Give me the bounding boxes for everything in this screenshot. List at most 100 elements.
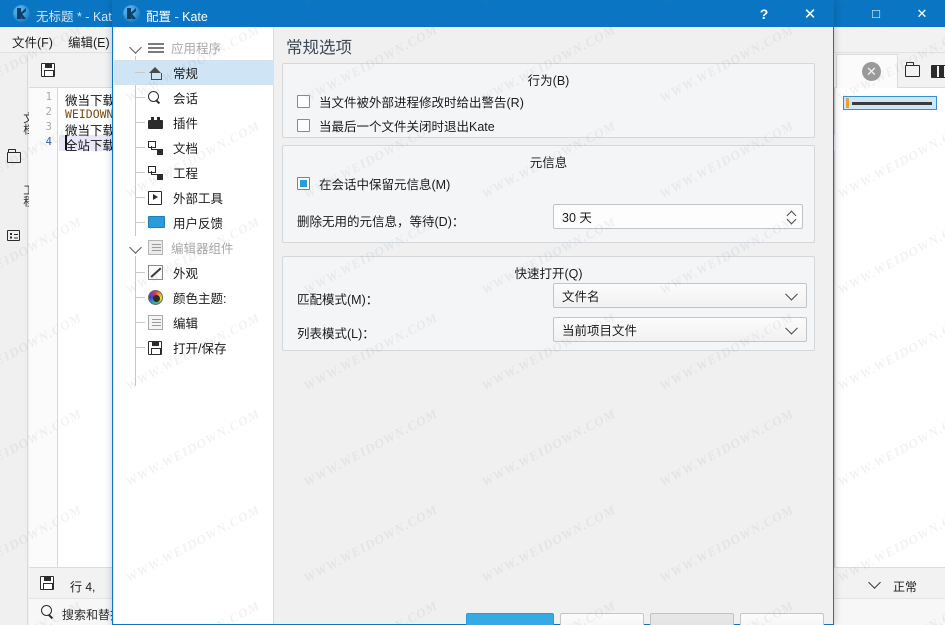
- tree-connector: [135, 347, 145, 348]
- sidebar-item-projects[interactable]: 工程: [114, 160, 274, 185]
- tree-item-label: 文档: [173, 142, 199, 156]
- sidebar-item-user-feedback[interactable]: 用户反馈: [114, 210, 274, 235]
- tree-item-label: 用户反馈: [173, 217, 224, 231]
- external-tool-icon: [148, 190, 164, 206]
- spinbox-arrows[interactable]: [787, 211, 795, 223]
- kate-logo-icon: [123, 5, 140, 22]
- group-quickopen: 快速打开(Q) 匹配模式(M)： 文件名 列表模式(L)： 当前项目文件: [282, 256, 815, 351]
- checkbox-input[interactable]: [297, 119, 310, 132]
- checkbox-warn-external-modify[interactable]: 当文件被外部进程修改时给出警告(R): [297, 92, 524, 111]
- label-delete-metainfo: 删除无用的元信息，等待(D)：: [297, 215, 465, 229]
- save-icon: [148, 340, 164, 356]
- save-icon[interactable]: [41, 63, 55, 77]
- menu-edit[interactable]: 编辑(E): [68, 32, 110, 51]
- tree-connector: [135, 197, 145, 198]
- sidebar-item-general[interactable]: 常规: [114, 60, 274, 85]
- project-tree-icon: [148, 165, 164, 181]
- save-icon[interactable]: [40, 576, 54, 590]
- checkbox-input[interactable]: [297, 177, 310, 190]
- tree-connector: [135, 172, 145, 173]
- menu-file[interactable]: 文件(F): [12, 32, 53, 51]
- sidebar-item-editing[interactable]: 编辑: [114, 310, 274, 335]
- dialog-titlebar[interactable]: 配置 - Kate ? ✕: [113, 0, 833, 27]
- tree-item-label: 常规: [173, 67, 199, 81]
- chevron-down-icon[interactable]: [785, 321, 798, 335]
- line-number: 4: [45, 136, 52, 148]
- checkbox-input[interactable]: [297, 95, 310, 108]
- tree-item-label: 会话: [173, 92, 199, 106]
- chevron-down-icon[interactable]: [787, 218, 795, 223]
- kate-logo-icon: [13, 5, 30, 22]
- chevron-down-icon[interactable]: [129, 41, 142, 54]
- checkbox-label: 当最后一个文件关闭时退出Kate: [319, 120, 495, 134]
- checkbox-quit-on-last-close[interactable]: 当最后一个文件关闭时退出Kate: [297, 116, 495, 135]
- tree-connector: [135, 272, 145, 273]
- cancel-button[interactable]: [740, 613, 824, 625]
- settings-tree: 应用程序 常规 会话 插件 文档 工程 外部工具 用户反馈 编辑器组件 外观 颜…: [114, 27, 274, 624]
- list-item[interactable]: [843, 96, 937, 110]
- tree-connector: [135, 122, 145, 123]
- spinbox-metainfo-days[interactable]: 30 天: [553, 204, 803, 229]
- page-title: 常规选项: [286, 38, 352, 57]
- sidebar-item-appearance[interactable]: 外观: [114, 260, 274, 285]
- tree-group-editor-component[interactable]: 编辑器组件: [114, 235, 274, 260]
- search-icon: [41, 605, 54, 618]
- code-line: 全站下载: [65, 139, 116, 153]
- code-line: WEIDOWN: [65, 107, 114, 121]
- plugin-icon: [148, 115, 164, 131]
- cursor-position-status: 行 4,: [70, 580, 96, 594]
- tree-group-applications[interactable]: 应用程序: [114, 35, 274, 60]
- chevron-down-icon[interactable]: [868, 576, 881, 589]
- dialog-title: 配置 - Kate: [146, 10, 208, 24]
- group-title: 元信息: [529, 156, 568, 170]
- spinbox-value: 30 天: [562, 211, 592, 225]
- tree-item-label: 编辑: [173, 317, 199, 331]
- tree-item-label: 外观: [173, 267, 199, 281]
- folder-open-icon[interactable]: [900, 61, 924, 81]
- maximize-button[interactable]: □: [853, 0, 899, 27]
- sidebar-item-session[interactable]: 会话: [114, 85, 274, 110]
- configure-dialog: 配置 - Kate ? ✕ 应用程序 常规 会话 插件 文档 工程 外部工具 用…: [112, 0, 834, 625]
- sidebar-item-plugins[interactable]: 插件: [114, 110, 274, 135]
- sidebar-item-open-save[interactable]: 打开/保存: [114, 335, 274, 360]
- search-icon: [148, 90, 164, 106]
- tree-item-label: 工程: [173, 167, 199, 181]
- settings-page: 常规选项 行为(B) 当文件被外部进程修改时给出警告(R) 当最后一个文件关闭时…: [274, 27, 833, 624]
- group-behavior: 行为(B) 当文件被外部进程修改时给出警告(R) 当最后一个文件关闭时退出Kat…: [282, 63, 815, 138]
- edit-document-icon: [148, 314, 164, 331]
- line-number: 3: [45, 121, 52, 133]
- sidebar-item-external-tools[interactable]: 外部工具: [114, 185, 274, 210]
- folder-icon[interactable]: [7, 149, 21, 165]
- feedback-icon: [148, 215, 165, 231]
- help-button[interactable]: ?: [741, 0, 787, 27]
- label-match-mode: 匹配模式(M)：: [297, 293, 379, 307]
- split-view-icon[interactable]: [926, 61, 945, 81]
- chevron-down-icon[interactable]: [129, 241, 142, 254]
- appearance-icon: [148, 264, 164, 281]
- line-number-gutter: 1 2 3 4: [29, 88, 58, 567]
- defaults-button[interactable]: [650, 613, 734, 625]
- group-title: 快速打开(Q): [514, 267, 583, 281]
- tree-connector: [135, 72, 145, 73]
- line-number: 1: [45, 91, 52, 103]
- apply-button[interactable]: [560, 613, 644, 625]
- list-icon[interactable]: [7, 230, 21, 243]
- dialog-close-button[interactable]: ✕: [787, 0, 833, 27]
- document-name-glyph: [852, 101, 932, 105]
- close-button[interactable]: ✕: [899, 0, 945, 27]
- input-mode-status[interactable]: 正常: [893, 578, 917, 595]
- chevron-down-icon[interactable]: [785, 287, 798, 301]
- document-tab-row: ✕: [836, 54, 945, 88]
- tree-connector: [135, 222, 145, 223]
- group-title: 行为(B): [527, 74, 570, 88]
- sidebar-item-color-theme[interactable]: 颜色主题:: [114, 285, 274, 310]
- checkbox-keep-metainfo[interactable]: 在会话中保留元信息(M): [297, 174, 450, 193]
- combobox-match-mode[interactable]: 文件名: [553, 283, 807, 308]
- tree-item-label: 打开/保存: [173, 342, 227, 356]
- combobox-list-mode[interactable]: 当前项目文件: [553, 317, 807, 342]
- close-icon[interactable]: ✕: [862, 62, 881, 81]
- ok-button[interactable]: [466, 613, 554, 625]
- sidebar-item-documents[interactable]: 文档: [114, 135, 274, 160]
- tree-group-label: 应用程序: [171, 42, 222, 56]
- document-tree-icon: [148, 140, 164, 156]
